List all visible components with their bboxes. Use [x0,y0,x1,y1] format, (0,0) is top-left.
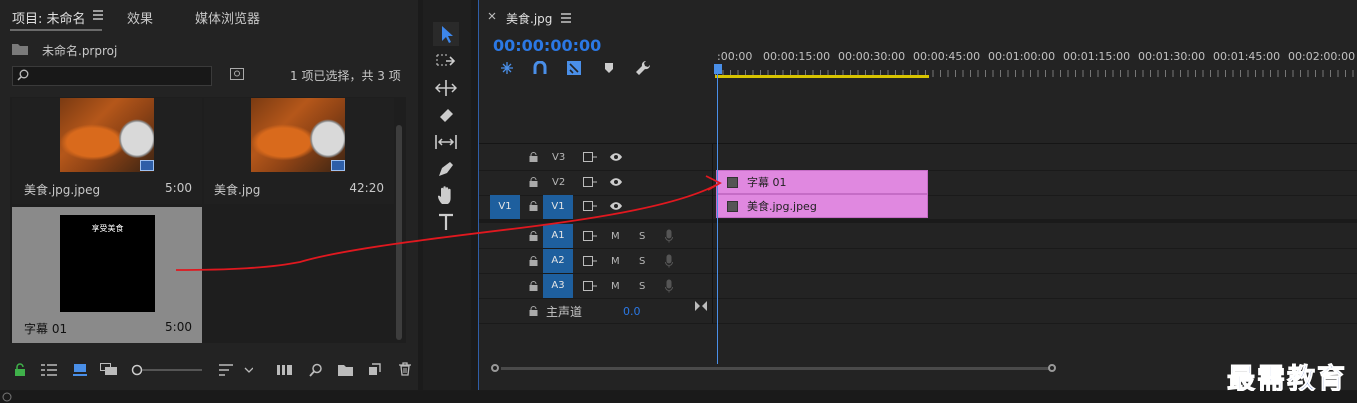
status-icon [2,392,12,402]
status-bar [0,391,1357,403]
annotation-arrow [175,175,722,271]
